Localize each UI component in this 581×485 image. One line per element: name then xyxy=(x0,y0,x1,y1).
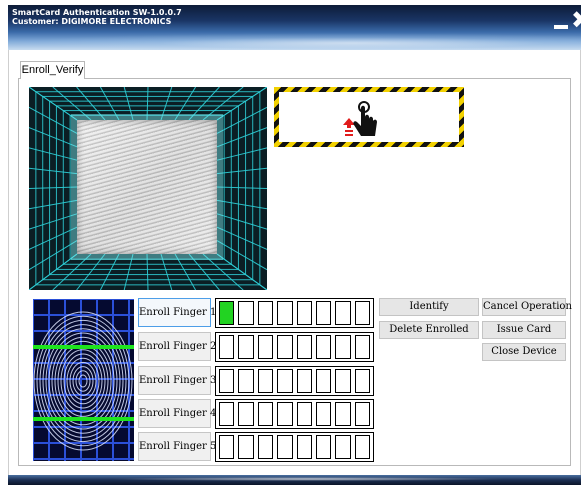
progress-cell xyxy=(238,435,254,459)
title-bar: SmartCard Authentication SW-1.0.0.7 Cust… xyxy=(8,5,581,50)
close-device-button[interactable]: Close Device xyxy=(482,343,566,361)
progress-cell xyxy=(354,435,370,459)
enroll-progress-2 xyxy=(215,332,374,362)
progress-cell xyxy=(335,369,351,393)
customer-label: Customer: DIGIMORE ELECTRONICS xyxy=(12,17,172,26)
hand-pointer-icon xyxy=(353,101,377,136)
progress-cell xyxy=(277,402,293,426)
progress-cell xyxy=(296,335,312,359)
progress-cell xyxy=(296,402,312,426)
captured-fingerprint-image xyxy=(77,120,217,254)
progress-cell xyxy=(354,369,370,393)
bottom-bar xyxy=(8,475,581,485)
enroll-finger-4-button[interactable]: Enroll Finger 4 xyxy=(138,399,216,428)
arrow-up-icon xyxy=(343,118,355,136)
enroll-finger-1-button[interactable]: Enroll Finger 1 xyxy=(138,298,216,327)
instruction-panel-inner xyxy=(279,92,459,142)
progress-cell xyxy=(354,335,370,359)
progress-cell xyxy=(315,369,332,393)
minimize-icon[interactable] xyxy=(553,14,569,30)
enroll-finger-3-button[interactable]: Enroll Finger 3 xyxy=(138,366,216,395)
progress-cell xyxy=(335,435,351,459)
progress-cell xyxy=(296,369,312,393)
fingerprint-preview-graphic xyxy=(33,299,134,461)
progress-cell xyxy=(257,335,274,359)
progress-cell xyxy=(315,335,332,359)
progress-cell xyxy=(315,402,332,426)
enroll-progress-5 xyxy=(215,432,374,462)
progress-cell xyxy=(219,335,235,359)
enroll-progress-4 xyxy=(215,399,374,429)
title-bar-highlight xyxy=(8,33,581,50)
enroll-finger-2-button[interactable]: Enroll Finger 2 xyxy=(138,332,216,361)
progress-cell xyxy=(219,369,235,393)
progress-cell xyxy=(219,402,235,426)
instruction-graphic xyxy=(343,101,377,136)
progress-cell xyxy=(257,301,274,325)
progress-cell xyxy=(315,301,332,325)
bottom-bar-highlight xyxy=(108,477,508,481)
progress-cell xyxy=(277,435,293,459)
instruction-panel xyxy=(274,87,464,147)
progress-cell xyxy=(335,402,351,426)
enroll-progress-1 xyxy=(215,298,374,328)
issue-card-button[interactable]: Issue Card xyxy=(482,321,566,339)
enroll-progress-3 xyxy=(215,366,374,396)
progress-cell xyxy=(238,335,254,359)
progress-cell xyxy=(296,301,312,325)
progress-cell xyxy=(277,335,293,359)
progress-cell xyxy=(219,301,235,325)
progress-cell xyxy=(257,435,274,459)
progress-cell xyxy=(238,301,254,325)
progress-cell xyxy=(315,435,332,459)
cancel-operation-button[interactable]: Cancel Operation xyxy=(482,298,572,316)
progress-cell xyxy=(219,435,235,459)
progress-cell xyxy=(238,402,254,426)
window-title: SmartCard Authentication SW-1.0.0.7 xyxy=(12,8,182,17)
delete-enrolled-button[interactable]: Delete Enrolled xyxy=(379,321,479,339)
progress-cell xyxy=(257,402,274,426)
fingerprint-preview xyxy=(33,299,134,461)
progress-cell xyxy=(354,402,370,426)
enroll-finger-5-button[interactable]: Enroll Finger 5 xyxy=(138,432,216,461)
identify-button[interactable]: Identify xyxy=(379,298,479,316)
progress-cell xyxy=(277,369,293,393)
progress-cell xyxy=(238,369,254,393)
progress-cell xyxy=(277,301,293,325)
progress-cell xyxy=(335,335,351,359)
tab-enroll-verify[interactable]: Enroll_Verify xyxy=(20,61,85,79)
close-icon[interactable]: ✖ xyxy=(571,8,581,32)
progress-cell xyxy=(354,301,370,325)
progress-cell xyxy=(335,301,351,325)
progress-cell xyxy=(296,435,312,459)
progress-cell xyxy=(257,369,274,393)
